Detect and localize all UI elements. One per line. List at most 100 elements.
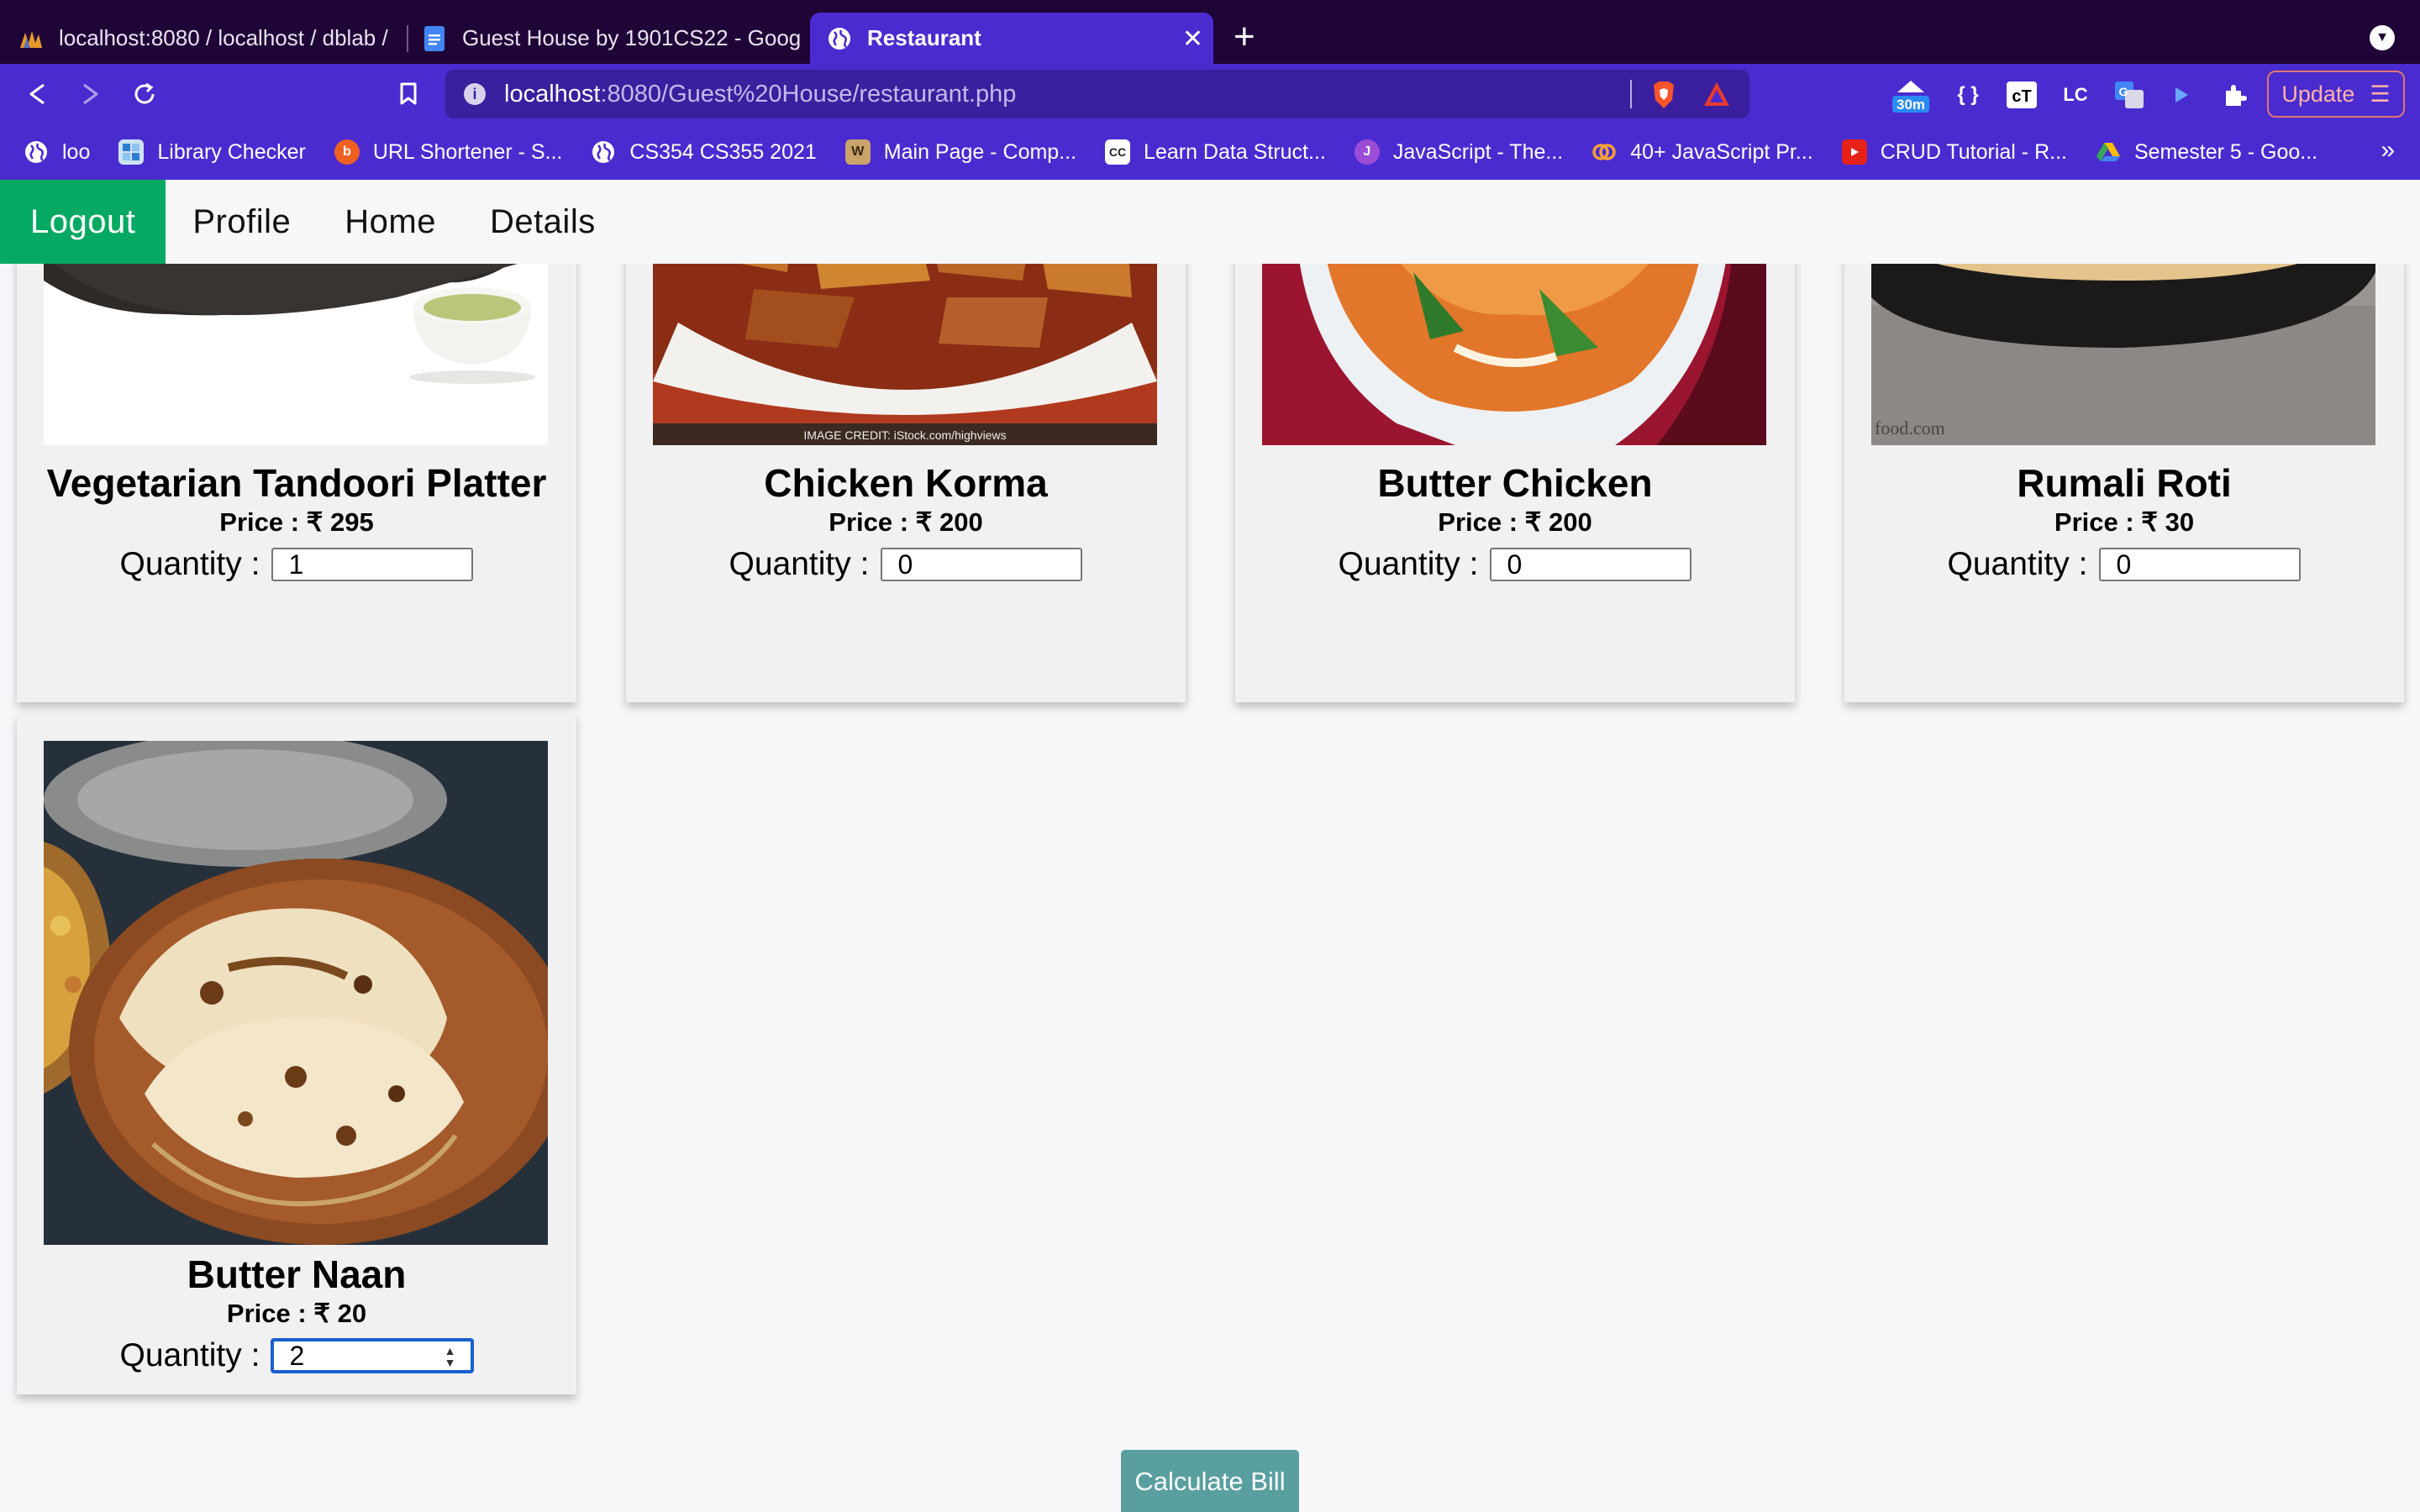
bookmark-label: Semester 5 - Goo...: [2133, 139, 2318, 164]
update-label: Update: [2281, 81, 2355, 107]
bookmark-item[interactable]: CC Learn Data Struct...: [1105, 139, 1326, 165]
bookmark-label: loo: [62, 139, 91, 164]
browser-toolbar: i localhost:8080/Guest%20House/restauran…: [0, 64, 2420, 124]
quantity-input[interactable]: 2 ▲ ▼: [271, 1339, 474, 1373]
tab-restaurant[interactable]: Restaurant ✕: [810, 13, 1213, 64]
tab-phpmyadmin[interactable]: localhost:8080 / localhost / dblab /: [18, 13, 393, 64]
reload-button[interactable]: [129, 79, 160, 109]
bookmark-item[interactable]: 40+ JavaScript Pr...: [1591, 139, 1813, 165]
phpmyadmin-icon: [18, 26, 44, 51]
url-text: localhost:8080/Guest%20House/restaurant.…: [504, 80, 1017, 108]
youtube-icon: [1841, 139, 1867, 165]
tab-title: Guest House by 1901CS22 - Google: [462, 25, 802, 50]
google-drive-icon: [2096, 139, 2121, 165]
quantity-input[interactable]: 0: [1490, 548, 1692, 581]
project-icon: [1591, 139, 1617, 165]
calculate-bill-button[interactable]: Calculate Bill: [1121, 1450, 1299, 1512]
number-spinner[interactable]: ▲ ▼: [445, 1345, 456, 1368]
timer-extension-icon[interactable]: 30m: [1891, 76, 1931, 114]
globe-icon: [591, 139, 616, 165]
google-translate-icon[interactable]: G: [2112, 81, 2146, 109]
profile-link[interactable]: Profile: [166, 180, 318, 264]
quantity-input[interactable]: 0: [881, 548, 1083, 581]
bookmark-item[interactable]: CRUD Tutorial - R...: [1841, 139, 2067, 165]
quantity-row: Quantity : 0: [626, 546, 1186, 583]
bitly-icon: b: [334, 139, 360, 165]
update-button[interactable]: Update ☰: [2267, 71, 2405, 118]
brave-rewards-icon[interactable]: [1702, 80, 1731, 108]
ct-extension-icon[interactable]: cT: [2005, 81, 2039, 109]
tab-separator: [407, 25, 408, 52]
svg-text:cT: cT: [2012, 87, 2031, 106]
address-bar[interactable]: i localhost:8080/Guest%20House/restauran…: [445, 70, 1749, 118]
bookmark-label: Learn Data Struct...: [1144, 139, 1326, 164]
details-link[interactable]: Details: [463, 180, 623, 264]
menu-icon: ☰: [2370, 81, 2391, 107]
quantity-label: Quantity :: [1338, 546, 1479, 582]
back-button[interactable]: [22, 79, 52, 109]
play-extension-icon[interactable]: [2166, 81, 2196, 109]
bookmark-label: URL Shortener - S...: [372, 139, 563, 164]
bookmark-button[interactable]: [393, 79, 424, 109]
bookmarks-bar: loo Library Checker b URL Shortener - S.…: [0, 124, 2420, 180]
bookmark-item[interactable]: CS354 CS355 2021: [591, 139, 817, 165]
tab-title: Restaurant: [867, 25, 981, 50]
bookmark-label: 40+ JavaScript Pr...: [1630, 139, 1813, 164]
forward-button[interactable]: [76, 79, 106, 109]
logout-link[interactable]: Logout: [0, 180, 166, 264]
bookmark-item[interactable]: J JavaScript - The...: [1354, 139, 1564, 165]
quantity-label: Quantity :: [729, 546, 870, 582]
bookmark-item[interactable]: Library Checker: [118, 139, 306, 165]
svg-text:G: G: [2119, 85, 2128, 98]
quantity-label: Quantity :: [1947, 546, 2088, 582]
quantity-input[interactable]: 0: [2099, 548, 2302, 581]
quantity-label: Quantity :: [119, 1337, 260, 1373]
bookmark-icon: [400, 82, 417, 105]
quantity-row: Quantity : 2 ▲ ▼: [17, 1337, 576, 1374]
forward-icon: [83, 83, 98, 105]
close-icon[interactable]: ✕: [1182, 24, 1203, 54]
top-navbar: Logout Profile Home Details: [0, 180, 2420, 264]
globe-icon: [24, 139, 49, 165]
dish-name: Butter Naan: [187, 1252, 407, 1296]
menu-card: Butter Naan Price : ₹ 20 Quantity : 2 ▲ ▼: [17, 714, 576, 1394]
bookmark-item[interactable]: b URL Shortener - S...: [334, 139, 563, 165]
dish-price: Price : ₹ 200: [829, 507, 983, 537]
dish-price: Price : ₹ 200: [1438, 507, 1592, 537]
bookmark-item[interactable]: W Main Page - Comp...: [844, 139, 1076, 165]
extensions-puzzle-icon[interactable]: [2218, 81, 2252, 109]
json-formatter-icon[interactable]: { }: [1951, 81, 1985, 109]
dish-name: Chicken Korma: [764, 461, 1048, 505]
quantity-input[interactable]: 1: [271, 548, 474, 581]
tab-search-button[interactable]: ▼: [2370, 25, 2395, 50]
brave-shields-icon[interactable]: [1650, 80, 1677, 110]
globe-icon: [827, 26, 852, 51]
quantity-label: Quantity :: [119, 546, 260, 582]
site-info-icon[interactable]: i: [464, 83, 486, 105]
svg-text:food.com: food.com: [1875, 417, 1945, 438]
cc-icon: CC: [1105, 139, 1131, 165]
tab-google-doc[interactable]: Guest House by 1901CS22 - Google: [422, 13, 802, 64]
bookmark-item[interactable]: loo: [24, 139, 90, 165]
quantity-row: Quantity : 0: [1235, 546, 1795, 583]
browser-tab-strip: localhost:8080 / localhost / dblab / Gue…: [0, 0, 2420, 64]
tab-title: localhost:8080 / localhost / dblab /: [59, 25, 388, 50]
dish-photo-butter-naan: [44, 741, 548, 1245]
google-docs-icon: [422, 25, 447, 51]
dish-price: Price : ₹ 20: [226, 1299, 367, 1328]
bookmark-label: Library Checker: [157, 139, 306, 164]
dish-price: Price : ₹ 295: [219, 507, 374, 537]
wiki-icon: W: [844, 139, 871, 165]
reload-icon: [134, 82, 155, 104]
dish-name: Butter Chicken: [1377, 461, 1653, 505]
library-checker-icon: [118, 139, 145, 165]
bookmark-item[interactable]: Semester 5 - Goo...: [2096, 139, 2317, 165]
back-icon: [29, 83, 45, 105]
dish-name: Vegetarian Tandoori Platter: [46, 461, 547, 505]
svg-text:30m: 30m: [1897, 97, 1925, 113]
leetcode-extension-icon[interactable]: LC: [2059, 81, 2092, 109]
bookmark-label: JavaScript - The...: [1392, 139, 1564, 164]
home-link[interactable]: Home: [318, 180, 463, 264]
new-tab-button[interactable]: +: [1234, 17, 1255, 57]
bookmarks-overflow-button[interactable]: »: [2381, 136, 2395, 165]
